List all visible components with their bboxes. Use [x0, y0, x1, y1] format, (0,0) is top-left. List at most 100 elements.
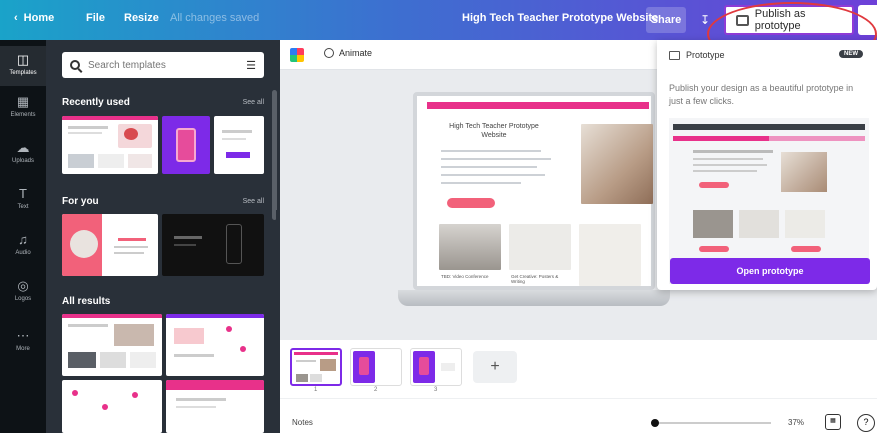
page-number: 1 — [314, 387, 318, 393]
template-thumbnail[interactable] — [62, 116, 158, 174]
grid-view-button[interactable]: ▦ — [825, 414, 841, 430]
zoom-slider[interactable] — [651, 422, 771, 424]
section-title-all-results: All results — [62, 296, 111, 307]
rail-label: Templates — [9, 70, 37, 76]
template-thumbnail[interactable] — [62, 214, 158, 276]
rail-uploads[interactable]: ☁ Uploads — [0, 140, 46, 164]
download-icon: ↧ — [699, 13, 711, 27]
rail-label: Audio — [15, 250, 31, 256]
more-icon: ⋯ — [16, 328, 30, 343]
page-thumbnail[interactable] — [290, 348, 342, 386]
footer-bar: Notes 37% ▦ ? — [280, 398, 877, 433]
template-thumbnail[interactable] — [166, 314, 264, 376]
search-icon — [70, 60, 80, 70]
search-input[interactable] — [88, 59, 228, 71]
audio-icon: ♫ — [18, 232, 28, 247]
rail-elements[interactable]: ▦ Elements — [0, 94, 46, 118]
template-icon: ◫ — [16, 52, 30, 67]
zoom-level[interactable]: 37% — [788, 418, 804, 427]
grid-icon: ▦ — [830, 418, 836, 424]
template-thumbnail[interactable] — [214, 116, 264, 174]
zoom-slider-handle[interactable] — [651, 419, 659, 427]
home-button[interactable]: ‹ Home — [14, 12, 54, 24]
save-status: All changes saved — [170, 12, 260, 24]
elements-icon: ▦ — [16, 94, 30, 109]
logo-icon: ◎ — [17, 278, 29, 293]
popover-title: Prototype — [686, 50, 725, 60]
rail-label: Elements — [10, 112, 36, 118]
mock-cta-button — [447, 198, 495, 208]
section-title-for-you: For you — [62, 196, 99, 207]
document-title[interactable]: High Tech Teacher Prototype Website — [462, 12, 658, 24]
mock-hero-image — [581, 124, 653, 204]
open-prototype-button[interactable]: Open prototype — [670, 258, 870, 284]
rail-logos[interactable]: ◎ Logos — [0, 278, 46, 302]
panel-scrollbar[interactable] — [272, 90, 277, 220]
page-strip: 1 2 3 + — [280, 340, 877, 398]
template-thumbnail[interactable] — [162, 116, 210, 174]
filter-icon[interactable]: ☰ — [246, 59, 256, 72]
mock-plant-photo — [509, 224, 571, 270]
mock-text-line — [441, 182, 521, 184]
prototype-icon — [736, 14, 749, 26]
help-button[interactable]: ? — [857, 414, 875, 432]
publish-label: Publish as prototype — [754, 8, 806, 32]
side-rail: ◫ Templates ▦ Elements ☁ Uploads T Text … — [0, 40, 46, 433]
mock-laptop-photo — [439, 224, 501, 270]
design-canvas-laptop-mockup[interactable]: High Tech Teacher Prototype Website TBD:… — [413, 92, 655, 290]
template-thumbnail[interactable] — [62, 380, 162, 433]
app-window: ‹ Home File Resize All changes saved Hig… — [0, 0, 877, 433]
mock-nav-bar — [427, 102, 649, 109]
template-thumbnail[interactable] — [162, 214, 264, 276]
mock-text-line — [441, 166, 537, 168]
page-thumbnail[interactable] — [350, 348, 402, 386]
mock-page-title: High Tech Teacher Prototype Website — [449, 123, 539, 139]
home-label: Home — [23, 12, 55, 24]
notes-button[interactable]: Notes — [292, 418, 313, 427]
download-button[interactable]: ↧ — [694, 7, 716, 33]
see-all-for-you-link[interactable]: See all — [243, 198, 264, 205]
top-bar: ‹ Home File Resize All changes saved Hig… — [0, 0, 877, 40]
mock-text-line — [441, 150, 541, 152]
laptop-base — [398, 290, 670, 306]
animate-icon — [324, 48, 334, 58]
prototype-popover: Prototype NEW Publish your design as a b… — [657, 40, 877, 290]
popover-description: Publish your design as a beautiful proto… — [669, 83, 854, 106]
section-title-recent: Recently used — [62, 97, 130, 108]
publish-prototype-button[interactable]: Publish as prototype — [724, 5, 854, 35]
rail-text[interactable]: T Text — [0, 186, 46, 210]
search-bar[interactable]: ☰ — [62, 52, 264, 78]
resize-menu[interactable]: Resize — [124, 12, 159, 24]
add-page-button[interactable]: + — [473, 351, 517, 383]
rail-audio[interactable]: ♫ Audio — [0, 232, 46, 256]
file-menu[interactable]: File — [86, 12, 105, 24]
share-button[interactable]: Share — [646, 7, 686, 33]
text-icon: T — [19, 186, 27, 201]
see-all-recent-link[interactable]: See all — [243, 99, 264, 106]
chevron-left-icon: ‹ — [14, 12, 18, 24]
mock-text-line — [441, 174, 545, 176]
rail-templates[interactable]: ◫ Templates — [0, 46, 46, 86]
more-options-button[interactable] — [858, 5, 877, 35]
page-thumbnail[interactable] — [410, 348, 462, 386]
animate-button[interactable]: Animate — [324, 48, 372, 58]
mock-room-photo — [579, 224, 641, 286]
prototype-icon — [669, 50, 680, 60]
templates-panel: ☰ Recently used See all For you See all — [46, 40, 280, 433]
color-picker-icon[interactable] — [290, 48, 304, 62]
mock-caption: Get Creative: Posters & Writing — [511, 274, 559, 284]
mock-text-line — [441, 158, 551, 160]
rail-label: Text — [17, 204, 29, 210]
new-badge: NEW — [839, 50, 863, 58]
upload-icon: ☁ — [16, 140, 30, 155]
mock-caption: TBD: Video Conference — [441, 274, 489, 279]
rail-more[interactable]: ⋯ More — [0, 328, 46, 352]
template-thumbnail[interactable] — [166, 380, 264, 433]
popover-header: Prototype — [669, 50, 725, 60]
animate-label: Animate — [339, 48, 373, 58]
page-number: 3 — [434, 387, 438, 393]
rail-label: Uploads — [11, 158, 34, 164]
template-thumbnail[interactable] — [62, 314, 162, 376]
rail-label: Logos — [14, 296, 32, 302]
page-number: 2 — [374, 387, 378, 393]
